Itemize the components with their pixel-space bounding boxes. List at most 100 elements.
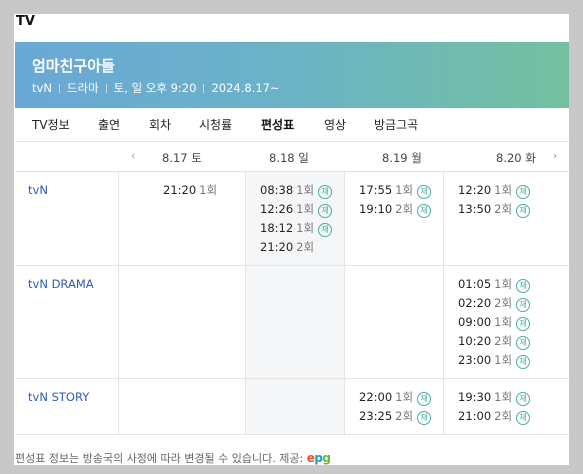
tab-cast[interactable]: 출연 [98,116,120,133]
slot-episode: 1회 [296,183,315,197]
broadcast-slot[interactable]: 13:50 2회 재 [458,201,531,218]
slot-time: 17:55 [359,183,393,197]
schedule-row: tvN DRAMA 01:05 1회 재 02:20 2회 재 09:00 1회 재 10:20 2회… [15,266,569,379]
schedule-footer: 편성표 정보는 방송국의 사정에 따라 변경될 수 있습니다. 제공: epg [15,450,331,465]
epg-logo: epg [306,451,331,465]
schedule-cell: 08:38 1회 재 12:26 1회 재 18:12 1회 재 21:20 2회 [245,172,344,265]
program-schedule: 토, 일 오후 9:20 [113,81,197,95]
slot-episode: 2회 [494,296,513,310]
meta-divider [203,83,205,93]
channel-name-link[interactable]: tvN DRAMA [28,277,94,291]
slot-time: 23:25 [359,409,393,423]
broadcast-slot[interactable]: 21:20 2회 [260,239,314,255]
broadcast-slot[interactable]: 17:55 1회 재 [359,182,432,199]
next-day-chevron-icon[interactable]: › [553,149,557,162]
slot-time: 12:20 [458,183,492,197]
rerun-badge-icon: 재 [318,223,333,237]
footer-note: 편성표 정보는 방송국의 사정에 따라 변경될 수 있습니다. 제공: [15,452,304,465]
slot-episode: 1회 [494,315,513,329]
slot-episode: 1회 [494,183,513,197]
broadcast-slot[interactable]: 02:20 2회 재 [458,295,531,312]
program-title[interactable]: 엄마친구아들 [32,55,115,76]
broadcast-slot[interactable]: 23:00 1회 재 [458,352,531,369]
section-title: TV [16,14,35,29]
tab-ratings[interactable]: 시청률 [199,116,232,133]
slot-time: 02:20 [458,296,492,310]
schedule-cell: 22:00 1회 재 23:25 2회 재 [344,379,443,434]
rerun-badge-icon: 재 [417,392,432,406]
rerun-badge-icon: 재 [516,355,531,369]
slot-time: 18:12 [260,221,294,235]
rerun-badge-icon: 재 [516,185,531,199]
rerun-badge-icon: 재 [417,204,432,218]
broadcast-slot[interactable]: 12:26 1회 재 [260,201,333,218]
date-header: 8.18 일 [269,151,309,165]
tab-schedule[interactable]: 편성표 [261,116,294,133]
tab-song[interactable]: 방금그곡 [374,116,418,133]
slot-episode: 2회 [494,202,513,216]
slot-episode: 2회 [296,240,315,254]
rerun-badge-icon: 재 [516,279,531,293]
schedule-cell: 12:20 1회 재 13:50 2회 재 [443,172,569,265]
date-header: 8.17 토 [162,151,202,165]
broadcast-slot[interactable]: 23:25 2회 재 [359,408,432,425]
slot-time: 12:26 [260,202,294,216]
date-header: 8.19 월 [382,151,422,165]
tab-bar: TV정보 출연 회차 시청률 편성표 영상 방금그곡 [15,110,569,142]
slot-time: 21:20 [260,240,294,254]
broadcast-slot[interactable]: 09:00 1회 재 [458,314,531,331]
slot-episode: 2회 [395,409,414,423]
channel-name-link[interactable]: tvN [28,183,48,197]
rerun-badge-icon: 재 [516,336,531,350]
tab-episodes[interactable]: 회차 [149,116,171,133]
broadcast-slot[interactable]: 08:38 1회 재 [260,182,333,199]
broadcast-slot[interactable]: 01:05 1회 재 [458,276,531,293]
program-genre: 드라마 [66,81,99,95]
broadcast-slot[interactable]: 22:00 1회 재 [359,389,432,406]
rerun-badge-icon: 재 [516,392,531,406]
program-banner: 엄마친구아들 tvN 드라마 토, 일 오후 9:20 2024.8.17~ [15,42,569,108]
schedule-cell: 17:55 1회 재 19:10 2회 재 [344,172,443,265]
schedule-cell [118,266,245,378]
broadcast-slot[interactable]: 21:20 1회 [163,182,217,198]
broadcast-slot[interactable]: 21:00 2회 재 [458,408,531,425]
tab-videos[interactable]: 영상 [324,116,346,133]
meta-divider [58,83,60,93]
slot-time: 08:38 [260,183,294,197]
broadcast-slot[interactable]: 12:20 1회 재 [458,182,531,199]
rerun-badge-icon: 재 [417,411,432,425]
schedule-cell: 19:30 1회 재 21:00 2회 재 [443,379,569,434]
broadcast-slot[interactable]: 10:20 2회 재 [458,333,531,350]
rerun-badge-icon: 재 [516,204,531,218]
rerun-badge-icon: 재 [516,411,531,425]
program-start-date: 2024.8.17~ [211,81,280,95]
program-channel[interactable]: tvN [32,81,52,95]
slot-time: 01:05 [458,277,492,291]
schedule-cell [245,379,344,434]
date-header: 8.20 화 [496,151,536,165]
rerun-badge-icon: 재 [318,204,333,218]
broadcast-slot[interactable]: 19:10 2회 재 [359,201,432,218]
slot-time: 10:20 [458,334,492,348]
slot-episode: 1회 [296,221,315,235]
slot-time: 21:00 [458,409,492,423]
date-header-row: ‹ 8.17 토 8.18 일 8.19 월 8.20 화 › [15,142,569,172]
meta-divider [105,83,107,93]
schedule-table: ‹ 8.17 토 8.18 일 8.19 월 8.20 화 › tvN 21:20… [15,142,569,435]
slot-episode: 1회 [199,183,218,197]
broadcast-slot[interactable]: 18:12 1회 재 [260,220,333,237]
tab-tv-info[interactable]: TV정보 [32,116,70,133]
slot-time: 19:10 [359,202,393,216]
schedule-cell: 21:20 1회 [118,172,245,265]
slot-episode: 1회 [494,353,513,367]
slot-time: 22:00 [359,390,393,404]
slot-episode: 1회 [494,390,513,404]
slot-episode: 2회 [494,409,513,423]
schedule-cell [118,379,245,434]
schedule-cell [245,266,344,378]
channel-name-link[interactable]: tvN STORY [28,390,89,404]
schedule-cell [344,266,443,378]
prev-day-chevron-icon[interactable]: ‹ [131,149,135,162]
slot-episode: 1회 [395,390,414,404]
broadcast-slot[interactable]: 19:30 1회 재 [458,389,531,406]
